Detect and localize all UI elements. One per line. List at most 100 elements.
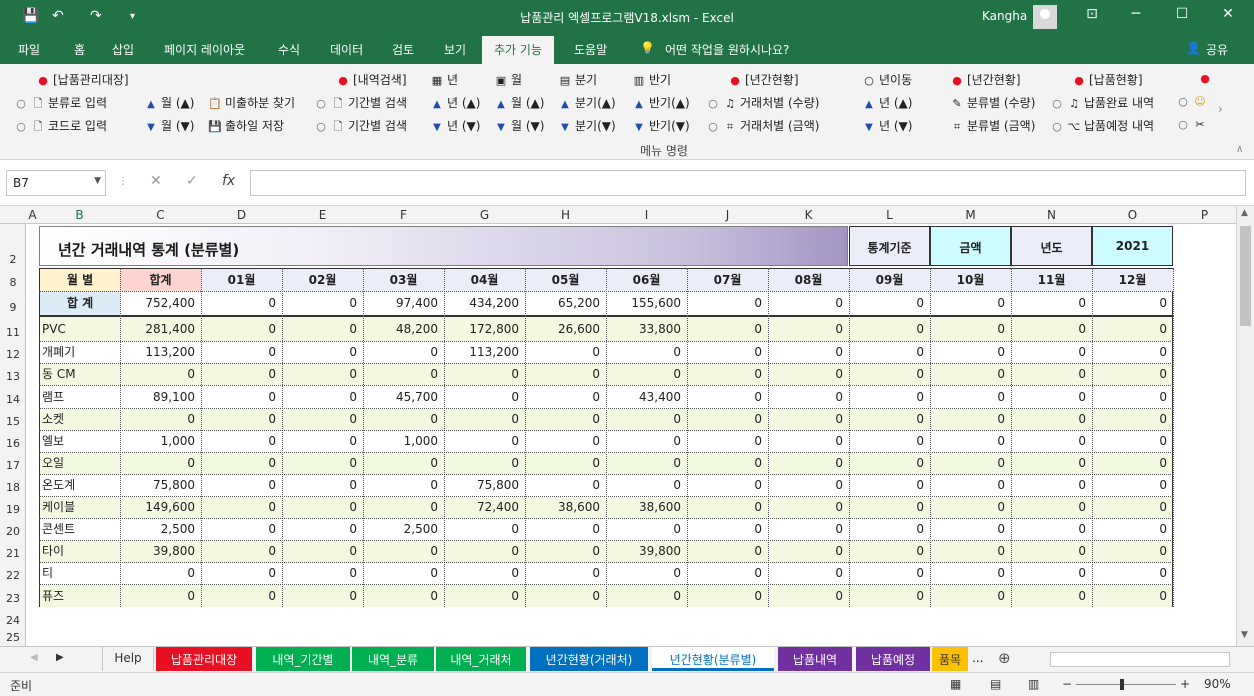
item-value[interactable]: 0 [1011,585,1092,607]
item-value[interactable]: 0 [687,519,768,540]
period-search-button-2[interactable]: ○ 🗋 기간별 검색 [314,117,407,137]
item-value[interactable]: 0 [768,541,849,562]
item-value[interactable]: 0 [1092,364,1173,385]
share-icon[interactable]: 👤 [1186,41,1201,55]
scroll-down-icon[interactable]: ▼ [1241,630,1248,640]
item-value[interactable]: 0 [1011,317,1092,341]
sum-value[interactable]: 0 [1092,291,1173,315]
scroll-tabs-right-icon[interactable]: ▶ [56,652,64,663]
column-header-m[interactable]: M [930,208,1011,222]
item-value[interactable]: 0 [363,364,444,385]
delivered-list-button[interactable]: ○ ♫ 납품완료 내역 [1050,94,1154,111]
tab-home[interactable]: 홈 [74,41,85,58]
item-value[interactable]: 0 [930,342,1011,363]
vertical-scrollbar[interactable]: ▲ ▼ [1236,206,1254,646]
year-label[interactable]: 년도 [1011,226,1092,266]
total-header[interactable]: 합계 [120,269,201,291]
row-header-8[interactable]: 8 [0,276,26,289]
month-up-button[interactable]: ▲ 월 (▲) [144,94,194,111]
item-value[interactable]: 0 [444,585,525,607]
close-icon[interactable]: ✕ [1218,6,1238,22]
item-value[interactable]: 0 [363,409,444,430]
item-name[interactable]: 동 CM [40,364,120,385]
item-value[interactable]: 0 [687,453,768,474]
item-value[interactable]: 0 [525,431,606,452]
month-col-header[interactable]: 08월 [768,269,849,291]
item-value[interactable]: 0 [687,585,768,607]
item-value[interactable]: 0 [363,475,444,496]
page-break-view-icon[interactable]: ▥ [1028,677,1039,691]
item-value[interactable]: 0 [201,342,282,363]
item-value[interactable]: 0 [849,317,930,341]
item-value[interactable]: 0 [444,431,525,452]
minimize-icon[interactable]: ─ [1126,6,1146,22]
column-header-i[interactable]: I [606,208,687,222]
half-filter[interactable]: ▥ 반기 [632,71,671,88]
tab-review[interactable]: 검토 [392,41,414,58]
half-up-button[interactable]: ▲ 반기(▲) [632,94,690,111]
item-value[interactable]: 0 [525,475,606,496]
scheduled-list-button[interactable]: ○ ⌥ 납품예정 내역 [1050,117,1154,134]
item-value[interactable]: 0 [444,563,525,584]
item-value[interactable]: 0 [768,563,849,584]
collapse-ribbon-icon[interactable]: ∧ [1236,144,1243,155]
item-value[interactable]: 43,400 [606,386,687,408]
item-value[interactable]: 0 [1092,497,1173,518]
item-value[interactable]: 0 [1011,342,1092,363]
column-header-g[interactable]: G [444,208,525,222]
item-value[interactable]: 0 [201,409,282,430]
item-value[interactable]: 0 [687,475,768,496]
item-value[interactable]: 0 [1092,453,1173,474]
year-down-button[interactable]: ▼ 년 (▼) [430,117,480,134]
sum-value[interactable]: 0 [849,291,930,315]
tab-help[interactable]: 도움말 [574,41,607,58]
item-value[interactable]: 0 [849,364,930,385]
enter-icon[interactable]: ✓ [186,173,198,189]
row-header-19[interactable]: 19 [0,503,26,516]
item-name[interactable]: 티 [40,563,120,584]
year-move-up-button[interactable]: ▲ 년 (▲) [862,94,912,111]
month-col-header[interactable]: 07월 [687,269,768,291]
item-value[interactable]: 0 [849,409,930,430]
sheet-tab[interactable]: 납품관리대장 [156,647,252,671]
quarter-up-button[interactable]: ▲ 분기(▲) [558,94,616,111]
item-value[interactable]: 0 [444,519,525,540]
tab-view[interactable]: 보기 [444,41,466,58]
maximize-icon[interactable]: ☐ [1172,6,1192,22]
item-value[interactable]: 0 [930,431,1011,452]
tab-insert[interactable]: 삽입 [112,41,134,58]
item-value[interactable]: 0 [606,409,687,430]
item-value[interactable]: 0 [768,364,849,385]
sum-value[interactable]: 65,200 [525,291,606,315]
basis-value[interactable]: 금액 [930,226,1011,266]
more-sheets-icon[interactable]: ... [972,651,983,665]
column-header-e[interactable]: E [282,208,363,222]
item-value[interactable]: 0 [768,453,849,474]
row-header-21[interactable]: 21 [0,547,26,560]
row-header-16[interactable]: 16 [0,437,26,450]
item-value[interactable]: 0 [201,585,282,607]
column-header-d[interactable]: D [201,208,282,222]
scroll-thumb[interactable] [1240,226,1251,326]
cancel-icon[interactable]: ✕ [150,173,162,189]
item-value[interactable]: 0 [768,519,849,540]
item-value[interactable]: 0 [849,519,930,540]
row-header-13[interactable]: 13 [0,370,26,383]
sheet-tab[interactable]: 년간현황(거래처) [530,647,648,671]
tab-page-layout[interactable]: 페이지 레이아웃 [164,41,245,58]
item-value[interactable]: 0 [444,541,525,562]
item-value[interactable]: 0 [282,386,363,408]
item-value[interactable]: 0 [1011,563,1092,584]
item-value[interactable]: 0 [201,519,282,540]
item-value[interactable]: 0 [849,386,930,408]
item-value[interactable]: 75,800 [444,475,525,496]
item-value[interactable]: 0 [606,342,687,363]
column-header-o[interactable]: O [1092,208,1173,222]
item-value[interactable]: 0 [1011,475,1092,496]
month-col-header[interactable]: 09월 [849,269,930,291]
item-value[interactable]: 2,500 [120,519,201,540]
sum-value[interactable]: 0 [768,291,849,315]
tell-me-search[interactable]: 어떤 작업을 원하시나요? [665,41,789,58]
sheet-tab[interactable]: 내역_거래처 [436,647,526,671]
item-value[interactable]: 0 [201,541,282,562]
